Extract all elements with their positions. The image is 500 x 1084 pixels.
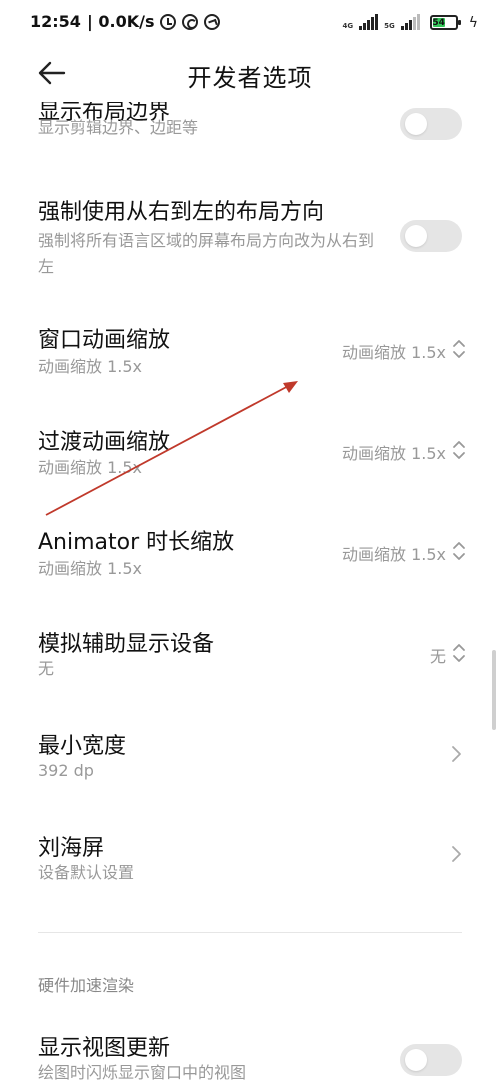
item-title: 窗口动画缩放 [38, 328, 171, 353]
network-type-1: 4G [342, 22, 354, 30]
signal-icon-2 [400, 14, 420, 30]
item-window-animation-scale[interactable]: 窗口动画缩放 动画缩放 1.5x 动画缩放 1.5x [0, 322, 500, 392]
network-type-2: 5G [384, 22, 395, 30]
item-title: 刘海屏 [38, 836, 105, 861]
status-right: 4G 5G 54 ϟ [342, 14, 478, 31]
show-view-updates-toggle[interactable] [400, 1044, 462, 1076]
developer-options-screen: 12:54 | 0.0K/s 4G 5G 54 ϟ 开发者选项 显示布局边界 显… [0, 0, 500, 1084]
item-smallest-width[interactable]: 最小宽度 392 dp [0, 728, 500, 798]
charging-icon: ϟ [468, 15, 478, 31]
item-subtitle: 无 [38, 659, 55, 678]
item-show-view-updates[interactable]: 显示视图更新 绘图时闪烁显示窗口中的视图 [0, 1030, 500, 1084]
battery-text: 54 [432, 17, 445, 28]
item-title: 模拟辅助显示设备 [38, 632, 215, 657]
force-rtl-toggle[interactable] [400, 220, 462, 252]
item-subtitle: 392 dp [38, 761, 94, 780]
item-notch[interactable]: 刘海屏 设备默认设置 [0, 830, 500, 900]
item-title: 过渡动画缩放 [38, 430, 171, 455]
toggle-knob [405, 1049, 427, 1071]
item-subtitle: 强制将所有语言区域的屏幕布局方向改为从右到左 [38, 231, 375, 276]
item-subtitle: 设备默认设置 [38, 863, 135, 882]
toggle-knob [405, 113, 427, 135]
item-layout-bounds[interactable]: 显示布局边界 显示剪辑边界、边距等 [0, 102, 500, 158]
section-header-hardware-rendering: 硬件加速渲染 [38, 976, 135, 995]
up-down-arrows-icon [453, 441, 465, 459]
item-title: 强制使用从右到左的布局方向 [38, 200, 325, 225]
battery-icon: 54 [429, 15, 461, 30]
status-bar: 12:54 | 0.0K/s 4G 5G 54 ϟ [0, 0, 500, 44]
toggle-knob [405, 225, 427, 247]
item-title: 显示视图更新 [38, 1036, 171, 1061]
sync-icon [182, 13, 199, 30]
up-down-arrows-icon [453, 340, 465, 358]
item-simulate-secondary-display[interactable]: 模拟辅助显示设备 无 无 [0, 626, 500, 696]
section-divider [38, 932, 462, 933]
item-title: Animator 时长缩放 [38, 530, 235, 555]
item-subtitle: 动画缩放 1.5x [38, 559, 143, 578]
chevron-right-icon [452, 846, 461, 862]
clock: 12:54 [30, 12, 81, 31]
layout-bounds-toggle[interactable] [400, 108, 462, 140]
up-down-arrows-icon [453, 542, 465, 560]
chevron-right-icon [452, 746, 461, 762]
item-value: 无 [429, 647, 446, 666]
page-title: 开发者选项 [187, 64, 313, 92]
item-transition-animation-scale[interactable]: 过渡动画缩放 动画缩放 1.5x 动画缩放 1.5x [0, 424, 500, 494]
item-value: 动画缩放 1.5x [341, 444, 446, 463]
app-bar: 开发者选项 [0, 44, 500, 102]
item-subtitle: 绘图时闪烁显示窗口中的视图 [38, 1063, 247, 1082]
battery-level: 54 [432, 17, 445, 28]
item-subtitle: 动画缩放 1.5x [38, 357, 143, 376]
signal-icon [359, 14, 379, 30]
navigation-icon [204, 13, 221, 30]
item-animator-duration-scale[interactable]: Animator 时长缩放 动画缩放 1.5x 动画缩放 1.5x [0, 524, 500, 594]
network-speed: | 0.0K/s [86, 12, 155, 31]
item-subtitle: 显示剪辑边界、边距等 [38, 118, 199, 137]
scrollbar-thumb[interactable] [492, 650, 496, 730]
item-value: 动画缩放 1.5x [341, 343, 446, 362]
alarm-icon [160, 13, 177, 30]
settings-list[interactable]: 显示布局边界 显示剪辑边界、边距等 强制使用从右到左的布局方向 强制将所有语言区… [0, 102, 500, 1084]
item-value: 动画缩放 1.5x [341, 545, 446, 564]
item-force-rtl[interactable]: 强制使用从右到左的布局方向 强制将所有语言区域的屏幕布局方向改为从右到左 [0, 194, 500, 284]
item-subtitle: 动画缩放 1.5x [38, 458, 143, 477]
item-title: 最小宽度 [38, 734, 127, 759]
status-left: 12:54 | 0.0K/s [30, 12, 221, 31]
up-down-arrows-icon [453, 644, 465, 662]
